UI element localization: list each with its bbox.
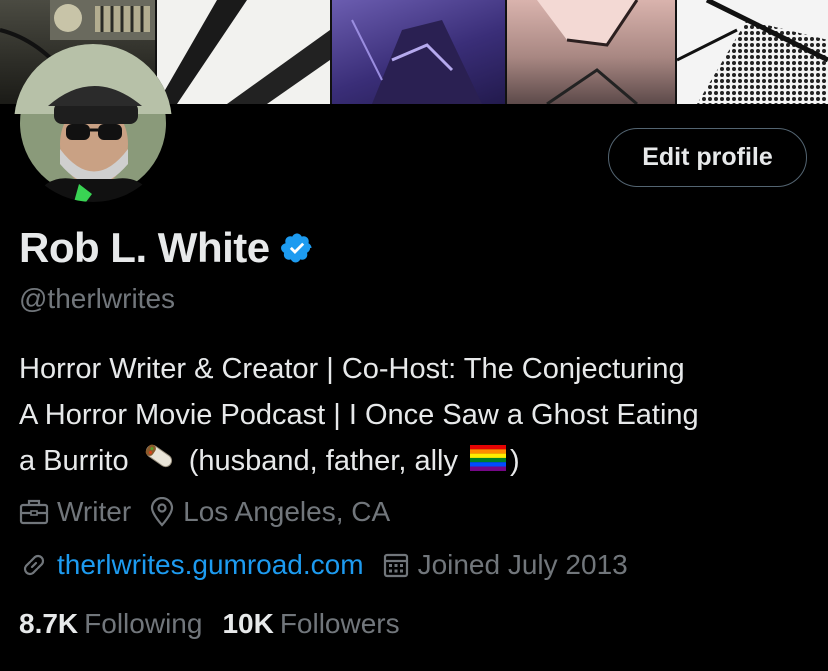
briefcase-icon (19, 499, 49, 525)
edit-profile-button[interactable]: Edit profile (608, 128, 807, 187)
profession-label: Writer (57, 496, 132, 527)
burrito-emoji-icon (141, 439, 177, 485)
banner-panel-3 (332, 0, 505, 104)
following-label: Following (84, 608, 203, 639)
avatar[interactable] (14, 44, 172, 202)
banner-panel-4 (507, 0, 675, 104)
joined-item: Joined July 2013 (382, 549, 628, 581)
follow-stats: 8.7K Following 10K Followers (19, 608, 420, 640)
website-link[interactable]: therlwrites.gumroad.com (57, 549, 364, 581)
bio-line-3-start: a Burrito (19, 445, 129, 477)
bio-line-3: a Burrito (husband, father, ally) (19, 438, 819, 485)
meta-row-1: Writer Los Angeles, CA (19, 496, 408, 528)
rainbow-flag-emoji-icon (470, 439, 507, 485)
following-stat[interactable]: 8.7K Following (19, 608, 202, 640)
bio-line-2: A Horror Movie Podcast | I Once Saw a Gh… (19, 399, 699, 431)
followers-label: Followers (279, 608, 400, 639)
profession-item: Writer (19, 496, 131, 528)
followers-count: 10K (222, 608, 274, 639)
joined-label: Joined July 2013 (417, 549, 628, 580)
banner-panel-5 (677, 0, 828, 104)
bio-line-3-end: ) (510, 445, 520, 477)
verified-badge-icon[interactable] (280, 231, 314, 265)
profile-handle: @therlwrites (19, 283, 176, 314)
meta-row-2: therlwrites.gumroad.com Joined July 2013 (19, 549, 646, 581)
location-item: Los Angeles, CA (149, 496, 390, 528)
location-label: Los Angeles, CA (183, 496, 391, 527)
bio-line-3-middle: (husband, father, ally (188, 445, 458, 477)
bio-line-1: Horror Writer & Creator | Co-Host: The C… (19, 353, 685, 385)
following-count: 8.7K (19, 608, 79, 639)
link-icon (23, 554, 45, 576)
name-row: Rob L. White (19, 224, 314, 272)
display-name: Rob L. White (19, 224, 270, 271)
calendar-icon (383, 553, 408, 578)
profile-bio: Horror Writer & Creator | Co-Host: The C… (19, 346, 819, 485)
location-pin-icon (151, 497, 174, 527)
banner-panel-2 (157, 0, 330, 104)
followers-stat[interactable]: 10K Followers (222, 608, 399, 640)
website-item[interactable]: therlwrites.gumroad.com (19, 549, 364, 581)
